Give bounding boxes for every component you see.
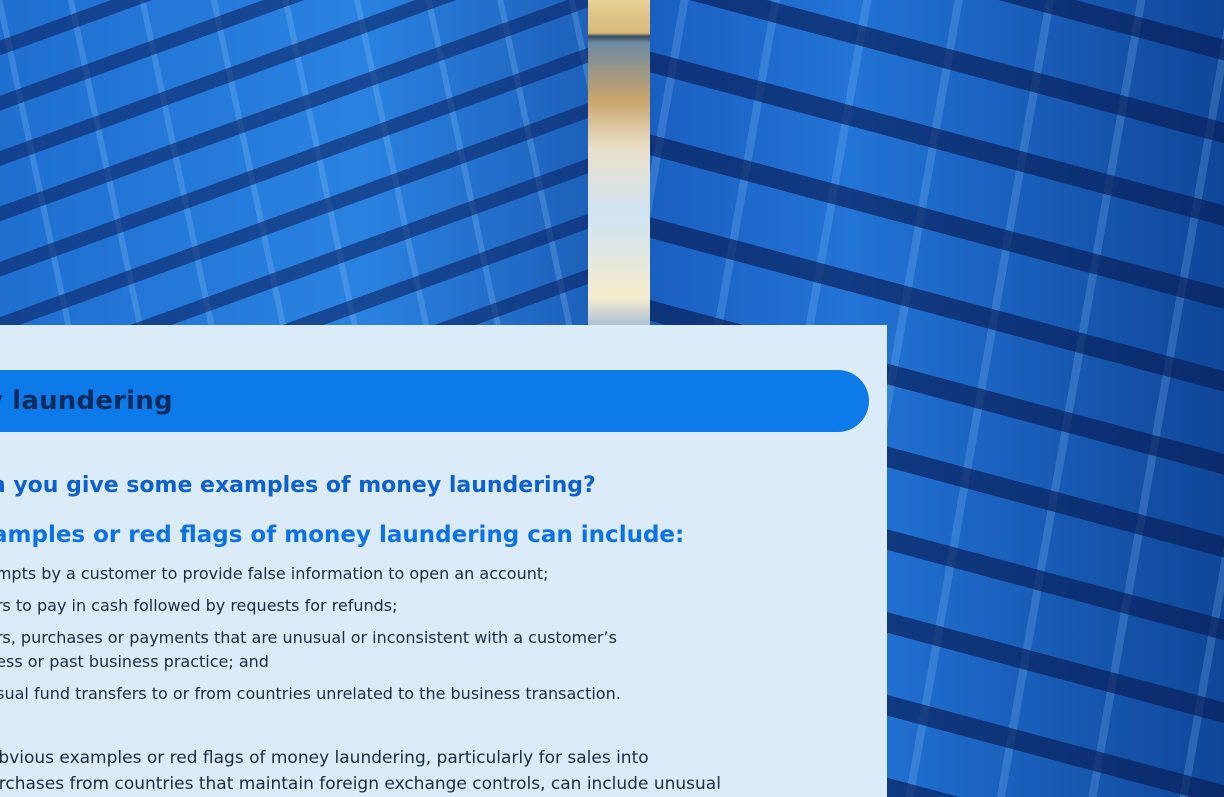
content-panel: ey laundering n you give some examples o…	[0, 325, 887, 797]
banner-title: ey laundering	[0, 386, 173, 416]
faq-question: n you give some examples of money launde…	[0, 473, 596, 498]
list-item: ers to pay in cash followed by requests …	[0, 596, 398, 615]
list-item: ers, purchases or payments that are unus…	[0, 628, 617, 671]
body-paragraph: obvious examples or red flags of money l…	[0, 748, 721, 794]
hero-ceiling-light	[588, 0, 652, 330]
list-item: empts by a customer to provide false inf…	[0, 564, 549, 583]
list-item: usual fund transfers to or from countrie…	[0, 684, 621, 703]
section-banner: ey laundering	[0, 370, 869, 432]
red-flags-heading: amples or red flags of money laundering …	[0, 522, 685, 548]
red-flags-list: empts by a customer to provide false inf…	[0, 562, 786, 714]
